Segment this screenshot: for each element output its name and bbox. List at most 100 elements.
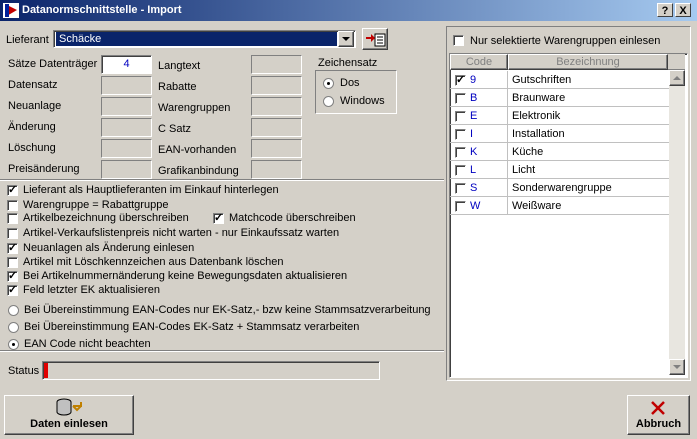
- group-code: I: [470, 128, 474, 140]
- table-row[interactable]: B Braunware: [450, 89, 669, 107]
- field-value: [101, 76, 152, 95]
- group-code: E: [470, 110, 478, 122]
- option-checkbox[interactable]: ✓: [7, 185, 18, 196]
- help-button[interactable]: ?: [657, 3, 673, 17]
- option-label: Artikel mit Löschkennzeichen aus Datenba…: [23, 256, 284, 268]
- table-row[interactable]: ✓ 9 Gutschriften: [450, 71, 669, 89]
- field-value: [251, 97, 302, 116]
- option-checkbox[interactable]: ✓: [7, 285, 18, 296]
- option-label: Matchcode überschreiben: [229, 212, 356, 224]
- group-name: Sonderwarengruppe: [512, 182, 612, 194]
- col-divider: [507, 71, 508, 89]
- cancel-button[interactable]: Abbruch: [627, 395, 690, 435]
- option-label: Lieferant als Hauptlieferanten im Einkau…: [23, 184, 279, 196]
- field-label: Warengruppen: [158, 102, 231, 114]
- read-data-label: Daten einlesen: [30, 418, 108, 430]
- group-checkbox[interactable]: [455, 93, 466, 104]
- field-value: [101, 118, 152, 137]
- read-data-button[interactable]: Daten einlesen: [4, 395, 134, 435]
- ean-option-label: EAN Code nicht beachten: [24, 338, 151, 350]
- option-checkbox[interactable]: ✓: [7, 271, 18, 282]
- option-checkbox[interactable]: [7, 200, 18, 211]
- group-checkbox[interactable]: [455, 111, 466, 122]
- field-label: EAN-vorhanden: [158, 144, 237, 156]
- table-row[interactable]: L Licht: [450, 161, 669, 179]
- group-checkbox[interactable]: [455, 165, 466, 176]
- group-name: Braunware: [512, 92, 566, 104]
- supplier-value: Schäcke: [59, 33, 102, 45]
- scroll-up-button[interactable]: [669, 70, 685, 86]
- option-checkbox[interactable]: [7, 213, 18, 224]
- ean-radio[interactable]: [8, 339, 19, 350]
- col-divider: [507, 197, 508, 215]
- charset-label: Zeichensatz: [318, 57, 378, 69]
- app-icon: [3, 3, 19, 18]
- field-label: Rabatte: [158, 81, 197, 93]
- group-code: W: [470, 200, 481, 212]
- status-field: [42, 361, 380, 380]
- field-label: Grafikanbindung: [158, 165, 239, 177]
- import-list-icon: [366, 33, 386, 47]
- group-checkbox[interactable]: [455, 201, 466, 212]
- supplier-import-button[interactable]: [362, 28, 388, 50]
- group-code: S: [470, 182, 478, 194]
- table-row[interactable]: I Installation: [450, 125, 669, 143]
- supplier-select[interactable]: Schäcke: [53, 30, 356, 48]
- option-checkbox[interactable]: ✓: [7, 243, 18, 254]
- row-divider: [450, 214, 669, 215]
- table-row[interactable]: E Elektronik: [450, 107, 669, 125]
- groups-filter-checkbox[interactable]: [453, 35, 464, 46]
- option-label: Neuanlagen als Änderung einlesen: [23, 242, 195, 254]
- scroll-down-button[interactable]: [669, 359, 685, 375]
- field-label: Änderung: [8, 121, 56, 133]
- divider-top: [0, 179, 444, 181]
- group-name: Elektronik: [512, 110, 561, 122]
- ean-option-label: Bei Übereinstimmung EAN-Codes EK-Satz + …: [24, 321, 360, 333]
- option-checkbox[interactable]: ✓: [213, 213, 224, 224]
- field-value: [101, 97, 152, 116]
- field-value: [251, 55, 302, 74]
- ean-radio[interactable]: [8, 322, 19, 333]
- col-divider: [507, 161, 508, 179]
- column-header-name[interactable]: Bezeichnung: [508, 54, 668, 70]
- col-divider: [507, 89, 508, 107]
- option-checkbox[interactable]: [7, 228, 18, 239]
- col-divider: [507, 107, 508, 125]
- group-code: B: [470, 92, 478, 104]
- table-row[interactable]: K Küche: [450, 143, 669, 161]
- group-checkbox[interactable]: [455, 147, 466, 158]
- chevron-down-icon: [673, 365, 681, 369]
- divider-bottom: [0, 350, 444, 352]
- option-checkbox[interactable]: [7, 257, 18, 268]
- groups-table: Code Bezeichnung ✓ 9 Gutschriften B Braunwar…: [449, 53, 688, 378]
- table-row[interactable]: S Sonderwarengruppe: [450, 179, 669, 197]
- field-value: [101, 160, 152, 179]
- supplier-dropdown-button[interactable]: [338, 31, 354, 47]
- field-value: [101, 139, 152, 158]
- group-name: Licht: [512, 164, 536, 176]
- column-header-code[interactable]: Code: [450, 54, 508, 70]
- group-name: Gutschriften: [512, 74, 572, 86]
- field-label: Preisänderung: [8, 163, 80, 175]
- col-divider: [507, 125, 508, 143]
- group-name: Küche: [512, 146, 544, 158]
- field-value: [251, 76, 302, 95]
- ean-radio[interactable]: [8, 305, 19, 316]
- charset-radio-dos[interactable]: [323, 78, 334, 89]
- window-title: Datanormschnittstelle - Import: [22, 4, 182, 16]
- charset-radio-windows[interactable]: [323, 96, 334, 107]
- table-row[interactable]: W Weißware: [450, 197, 669, 215]
- close-button[interactable]: X: [675, 3, 691, 17]
- field-value: [251, 160, 302, 179]
- group-checkbox[interactable]: [455, 129, 466, 140]
- group-name: Weißware: [512, 200, 562, 212]
- option-label: Warengruppe = Rabattgruppe: [23, 199, 169, 211]
- col-divider: [507, 143, 508, 161]
- groups-scrollbar[interactable]: [669, 70, 685, 375]
- option-label: Artikelbezeichnung überschreiben: [23, 212, 189, 224]
- group-code: K: [470, 146, 478, 158]
- group-checkbox[interactable]: ✓: [455, 75, 466, 86]
- group-code: L: [470, 164, 477, 176]
- group-checkbox[interactable]: [455, 183, 466, 194]
- field-label: Datensatz: [8, 79, 58, 91]
